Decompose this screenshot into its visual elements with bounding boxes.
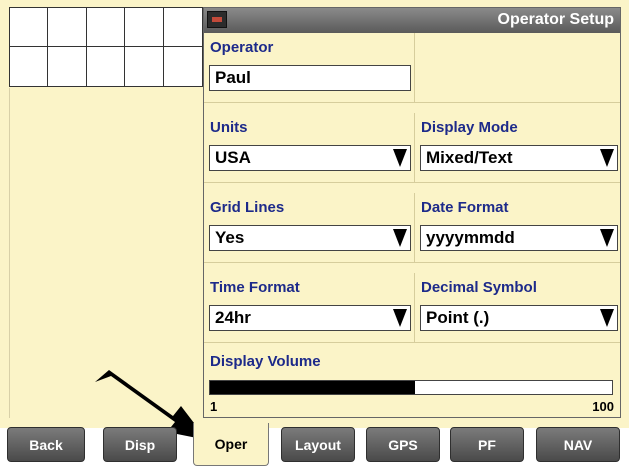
display-screen: Operator Setup Operator Paul Units USA D… <box>0 0 629 428</box>
time-format-label: Time Format <box>210 279 300 296</box>
dropdown-arrow-icon <box>391 307 409 329</box>
dropdown-arrow-icon <box>391 227 409 249</box>
tab-oper[interactable]: Oper <box>193 423 269 466</box>
decimal-symbol-label: Decimal Symbol <box>421 279 537 296</box>
left-empty-panel <box>9 88 203 418</box>
grid-lines-label: Grid Lines <box>210 199 285 216</box>
decimal-symbol-value: Point (.) <box>426 308 490 327</box>
units-dropdown[interactable]: USA <box>209 145 411 171</box>
decimal-symbol-dropdown[interactable]: Point (.) <box>420 305 618 331</box>
display-mode-label: Display Mode <box>421 119 518 136</box>
tab-disp[interactable]: Disp <box>103 427 177 462</box>
time-format-dropdown[interactable]: 24hr <box>209 305 411 331</box>
operator-section: Operator Paul <box>204 33 414 103</box>
operator-input[interactable]: Paul <box>209 65 411 91</box>
empty-cell <box>414 33 620 103</box>
tab-gps[interactable]: GPS <box>366 427 440 462</box>
units-section: Units USA <box>204 113 414 183</box>
display-mode-dropdown[interactable]: Mixed/Text <box>420 145 618 171</box>
dropdown-arrow-icon <box>598 227 616 249</box>
dropdown-arrow-icon <box>391 147 409 169</box>
operator-setup-panel: Operator Setup Operator Paul Units USA D… <box>203 7 621 418</box>
page-title: Operator Setup <box>497 11 614 28</box>
grid-cell <box>48 47 87 86</box>
grid-cell <box>87 47 126 86</box>
grid-lines-dropdown[interactable]: Yes <box>209 225 411 251</box>
monitor-icon <box>207 11 227 28</box>
tab-bar: Back Disp Oper Layout GPS PF NAV <box>0 423 629 470</box>
time-format-section: Time Format 24hr <box>204 273 414 343</box>
units-value: USA <box>215 148 251 167</box>
dropdown-arrow-icon <box>598 307 616 329</box>
display-volume-label: Display Volume <box>210 353 321 370</box>
grid-cell <box>48 8 87 47</box>
date-format-section: Date Format yyyymmdd <box>414 193 620 263</box>
grid-cell <box>125 47 164 86</box>
tab-pf[interactable]: PF <box>450 427 524 462</box>
operator-label: Operator <box>210 39 274 56</box>
grid-lines-value: Yes <box>215 228 245 247</box>
units-label: Units <box>210 119 248 136</box>
dropdown-arrow-icon <box>598 147 616 169</box>
decimal-symbol-section: Decimal Symbol Point (.) <box>414 273 620 343</box>
display-mode-value: Mixed/Text <box>426 148 513 167</box>
volume-level-fill <box>210 381 416 394</box>
tab-nav[interactable]: NAV <box>536 427 620 462</box>
grid-cell <box>10 47 49 86</box>
grid-cell <box>163 8 202 47</box>
title-bar: Operator Setup <box>204 8 620 33</box>
grid-cell <box>10 8 49 47</box>
tab-back[interactable]: Back <box>7 427 85 462</box>
grid-cell <box>164 47 202 86</box>
tab-layout[interactable]: Layout <box>281 427 355 462</box>
date-format-dropdown[interactable]: yyyymmdd <box>420 225 618 251</box>
date-format-value: yyyymmdd <box>426 228 515 247</box>
display-mode-section: Display Mode Mixed/Text <box>414 113 620 183</box>
grid-lines-section: Grid Lines Yes <box>204 193 414 263</box>
grid-cell <box>125 8 164 47</box>
date-format-label: Date Format <box>421 199 509 216</box>
volume-max-label: 100 <box>592 399 614 414</box>
grid-cell <box>86 8 126 47</box>
display-volume-slider[interactable] <box>209 380 613 395</box>
time-format-value: 24hr <box>215 308 251 327</box>
mini-grid <box>9 7 203 87</box>
